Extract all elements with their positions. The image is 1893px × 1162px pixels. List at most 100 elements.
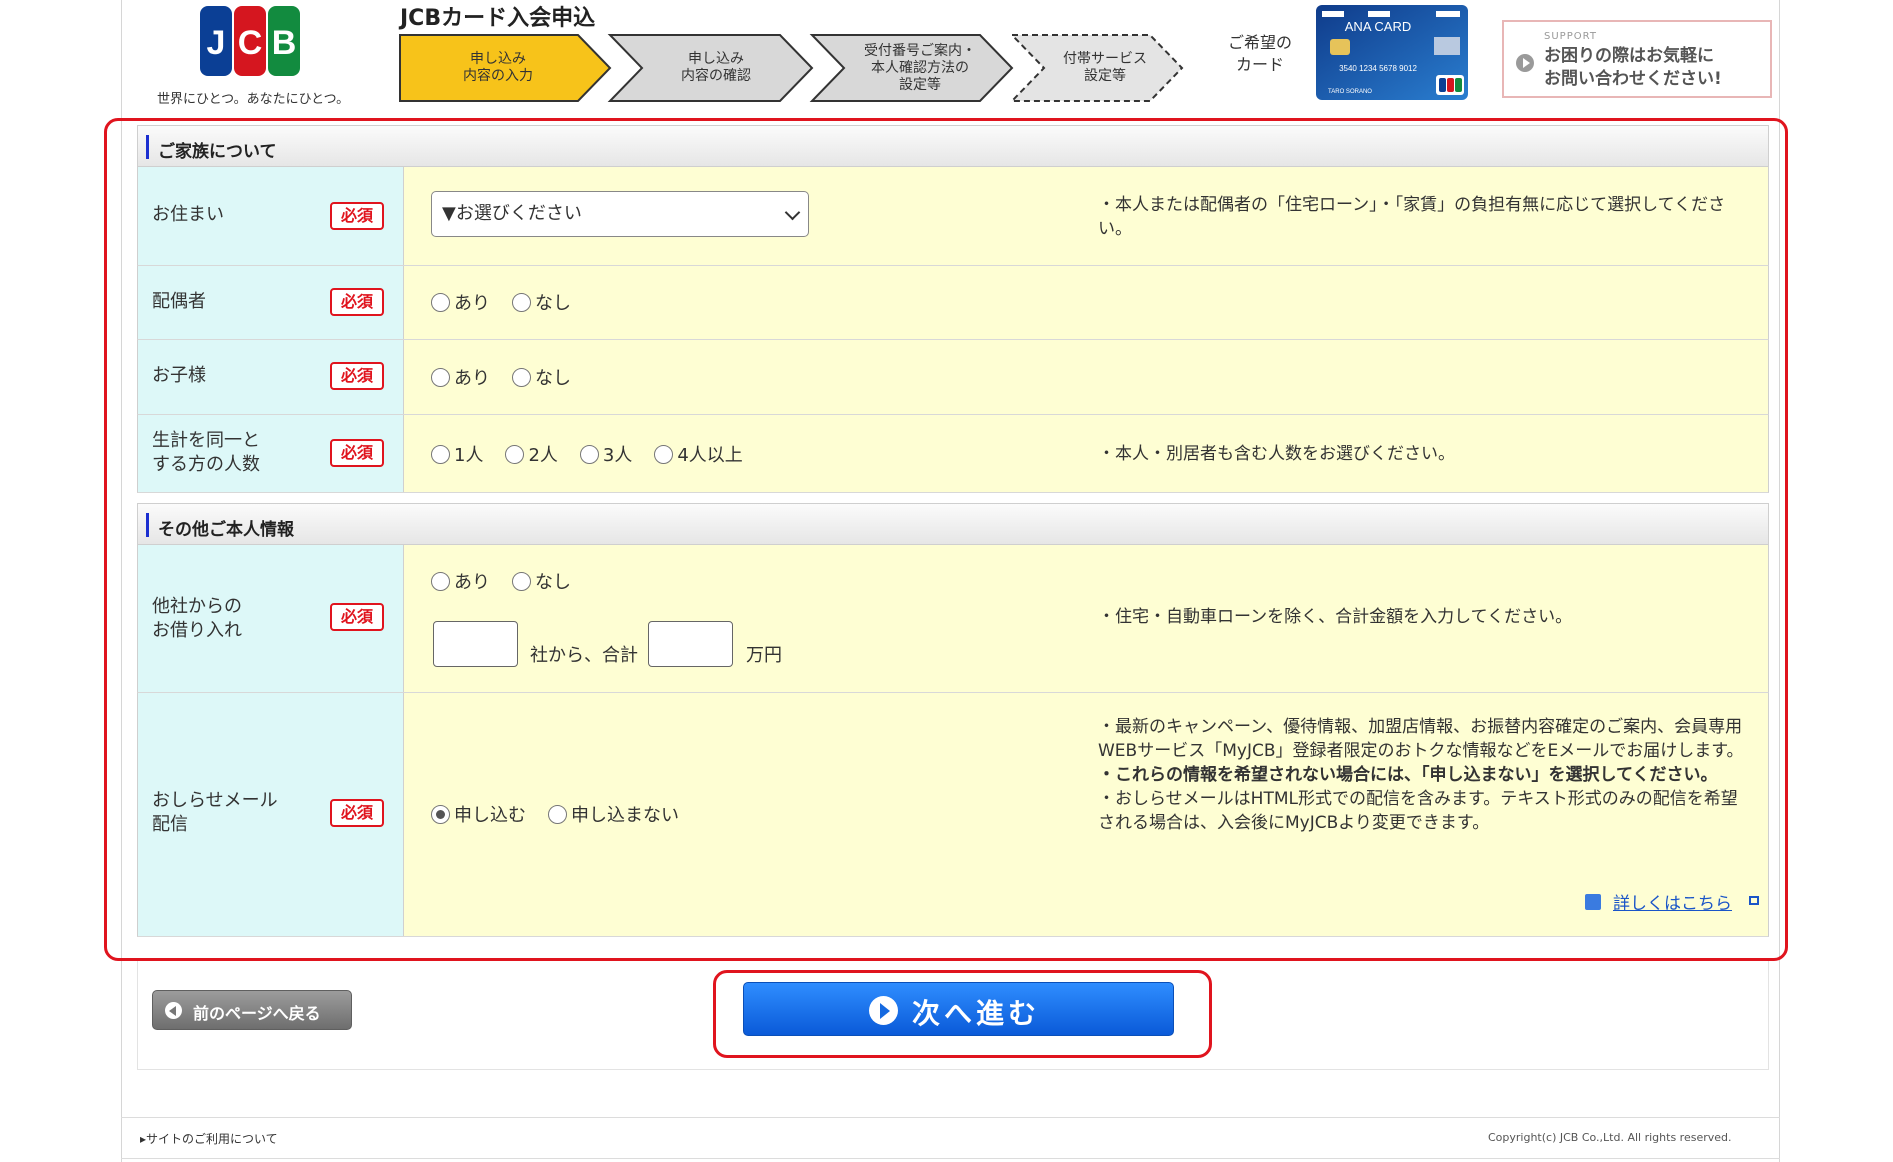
children-label: お子様: [152, 365, 206, 386]
children-option-no[interactable]: なし: [512, 364, 571, 390]
residence-label: お住まい: [152, 204, 224, 225]
svg-text:TARO SORANO: TARO SORANO: [1328, 89, 1372, 95]
mail-row: おしらせメール 配信 必須 申し込む 申し込まない ・最新のキャンペーン、優待情…: [137, 693, 1769, 937]
support-link[interactable]: SUPPORT お困りの際はお気軽に お問い合わせください!: [1502, 20, 1772, 98]
residence-select-value: ▼お選びください: [442, 203, 582, 224]
spouse-option-yes[interactable]: あり: [431, 289, 490, 315]
details-link-text[interactable]: 詳しくはこちら: [1613, 889, 1732, 914]
copyright: Copyright(c) JCB Co.,Ltd. All rights res…: [1488, 1131, 1732, 1144]
household-radio-group: 1人 2人 3人 4人以上: [431, 441, 765, 467]
radio-button[interactable]: [548, 804, 567, 824]
mail-note-1: ・最新のキャンペーン、優待情報、加盟店情報、お振替内容確定のご案内、会員専用WE…: [1098, 717, 1744, 761]
play-circle-icon: [1516, 54, 1534, 72]
children-row: お子様 必須 あり なし: [137, 340, 1769, 415]
mail-note-2: ・これらの情報を希望されない場合には、「申し込まない」を選択してください。: [1098, 765, 1718, 785]
option-label: なし: [535, 572, 571, 593]
radio-button[interactable]: [431, 571, 450, 591]
residence-note: ・本人または配偶者の「住宅ローン」・「家賃」の負担有無に応じて選択してください。: [1098, 195, 1726, 239]
svg-text:C: C: [238, 24, 263, 62]
option-label: なし: [535, 368, 571, 389]
spouse-row: 配偶者 必須 あり なし: [137, 266, 1769, 340]
household-option-2[interactable]: 2人: [505, 441, 558, 467]
mail-label: おしらせメール 配信: [152, 790, 278, 835]
play-square-icon: [1585, 894, 1601, 910]
site-usage-link[interactable]: ▸サイトのご利用について: [140, 1130, 278, 1147]
radio-button[interactable]: [431, 367, 450, 387]
household-option-4plus[interactable]: 4人以上: [654, 441, 743, 467]
borrowing-option-no[interactable]: なし: [512, 568, 571, 594]
mail-label-cell: おしらせメール 配信 必須: [138, 693, 404, 936]
option-label: あり: [454, 368, 490, 389]
step-2: 申し込み 内容の確認: [681, 51, 751, 84]
children-label-cell: お子様 必須: [138, 340, 404, 414]
borrowing-note: ・住宅・自動車ローンを除く、合計金額を入力してください。: [1098, 607, 1573, 627]
support-small-label: SUPPORT: [1544, 31, 1597, 42]
borrowing-row: 他社からの お借り入れ 必須 あり なし 社から、合計 万円 ・住宅・自動車ロー…: [137, 545, 1769, 693]
children-option-yes[interactable]: あり: [431, 364, 490, 390]
borrowing-option-yes[interactable]: あり: [431, 568, 490, 594]
borrowing-companies-input[interactable]: [433, 621, 518, 667]
radio-button[interactable]: [579, 444, 599, 464]
mail-option-unsubscribe[interactable]: 申し込まない: [548, 801, 679, 827]
required-badge: 必須: [330, 799, 384, 827]
radio-button[interactable]: [512, 367, 531, 387]
application-form: ご家族について お住まい 必須 ▼お選びください ・本人または配偶者の「住宅ロー…: [137, 125, 1769, 937]
amount-suffix: 万円: [746, 645, 782, 666]
children-radio-group: あり なし: [431, 364, 593, 390]
option-label: 申し込む: [454, 805, 526, 826]
required-badge: 必須: [330, 603, 384, 631]
mail-option-subscribe[interactable]: 申し込む: [431, 801, 526, 827]
back-button[interactable]: 前のページへ戻る: [152, 990, 352, 1030]
logo-tagline: 世界にひとつ。あなたにひとつ。: [157, 92, 350, 107]
radio-button[interactable]: [505, 444, 525, 464]
residence-row: お住まい 必須 ▼お選びください ・本人または配偶者の「住宅ローン」・「家賃」の…: [137, 167, 1769, 266]
next-button-label: 次へ進む: [912, 997, 1041, 1030]
step-4: 付帯サービス 設定等: [1063, 51, 1147, 84]
residence-select[interactable]: ▼お選びください: [431, 191, 809, 237]
mail-note-3: ・おしらせメールはHTML形式での配信を含みます。テキスト形式のみの配信を希望さ…: [1098, 789, 1738, 833]
page-title: JCBカード入会申込: [400, 6, 596, 31]
borrowing-label: 他社からの お借り入れ: [152, 596, 242, 641]
radio-button[interactable]: [431, 444, 450, 464]
desired-card-label: ご希望の カード: [1227, 33, 1292, 74]
next-button[interactable]: 次へ進む: [743, 982, 1174, 1036]
household-label: 生計を同一と する方の人数: [152, 430, 260, 475]
radio-button[interactable]: [431, 292, 450, 312]
spouse-radio-group: あり なし: [431, 289, 593, 315]
radio-button[interactable]: [512, 571, 531, 591]
family-section-header: ご家族について: [137, 125, 1769, 167]
mail-radio-group: 申し込む 申し込まない: [431, 801, 701, 827]
jcb-logo: J C B: [200, 6, 300, 76]
radio-button-checked[interactable]: [431, 804, 450, 824]
borrowing-amount-input[interactable]: [648, 621, 733, 667]
other-section-header: その他ご本人情報: [137, 503, 1769, 545]
family-section-title: ご家族について: [158, 142, 277, 162]
svg-text:B: B: [272, 24, 297, 62]
option-label: あり: [454, 293, 490, 314]
external-window-icon: [1749, 896, 1759, 905]
back-arrow-icon: [165, 1002, 182, 1019]
spouse-option-no[interactable]: なし: [512, 289, 571, 315]
residence-label-cell: お住まい 必須: [138, 167, 404, 265]
household-row: 生計を同一と する方の人数 必須 1人 2人 3人 4人以上 ・本人・別居者も含…: [137, 415, 1769, 493]
household-note: ・本人・別居者も含む人数をお選びください。: [1098, 444, 1455, 464]
required-badge: 必須: [330, 362, 384, 390]
household-option-1[interactable]: 1人: [431, 441, 483, 467]
radio-button[interactable]: [512, 292, 531, 312]
household-option-3[interactable]: 3人: [579, 441, 632, 467]
borrowing-label-cell: 他社からの お借り入れ 必須: [138, 545, 404, 692]
play-circle-icon: [869, 996, 898, 1025]
step-indicator: 申し込み 内容の入力 申し込み 内容の確認 受付番号ご案内・ 本人確認方法の 設…: [398, 33, 1188, 103]
chevron-down-icon: [784, 204, 801, 221]
svg-text:3540 1234 5678 9012: 3540 1234 5678 9012: [1339, 64, 1417, 73]
section-bar: [146, 135, 149, 159]
other-section-title: その他ご本人情報: [158, 520, 294, 540]
option-label: 1人: [454, 445, 484, 466]
svg-text:ANA CARD: ANA CARD: [1345, 19, 1411, 34]
svg-text:J: J: [207, 24, 226, 62]
option-label: 4人以上: [677, 445, 743, 466]
radio-button[interactable]: [654, 444, 674, 464]
footer-divider: [121, 1117, 1780, 1118]
ana-card-image: ANA CARD 3540 1234 5678 9012 TARO SORANO: [1316, 5, 1468, 100]
